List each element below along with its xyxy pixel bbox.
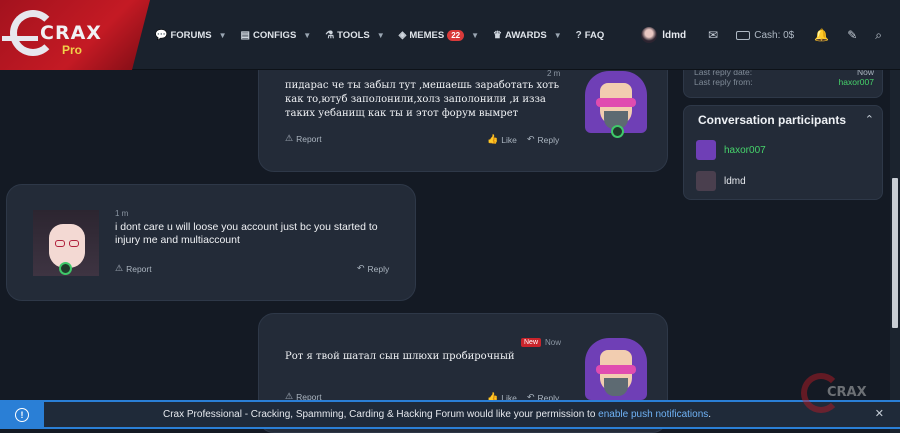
online-status-icon	[59, 262, 72, 275]
question-icon: ?	[575, 29, 582, 41]
report-label: Report	[126, 263, 152, 274]
nav-configs[interactable]: ▤ CONFIGS ▼	[241, 30, 312, 41]
reply-button[interactable]: ↶ Reply	[527, 134, 559, 145]
top-navigation: CRAX Pro 💬 FORUMS ▼ ▤ CONFIGS ▼ ⚗ TOOLS …	[0, 0, 900, 70]
last-reply-from-row: Last reply from: haxor007	[694, 77, 874, 87]
avatar-glasses-right	[69, 240, 79, 247]
notice-message: Crax Professional - Cracking, Spamming, …	[163, 409, 596, 420]
notice-icon-area: !	[0, 402, 44, 427]
reply-label: Reply	[367, 263, 390, 274]
message-text: Рот я твой шатал сын шлюхи пробирочный	[285, 351, 515, 362]
participant-item[interactable]: haxor007	[696, 140, 766, 160]
scrollbar-thumb[interactable]	[892, 178, 898, 328]
logo-subtext: Pro	[62, 43, 83, 57]
online-status-icon	[611, 125, 624, 138]
notice-suffix: .	[708, 409, 712, 420]
bell-icon[interactable]: 🔔	[814, 28, 829, 42]
chevron-down-icon[interactable]: ▼	[377, 31, 385, 40]
avatar-glasses-left	[55, 240, 65, 247]
message-bubble: 1 m i dont care u will loose you account…	[6, 184, 416, 301]
report-button[interactable]: ⚠ Report	[285, 133, 322, 144]
avatar[interactable]	[696, 171, 716, 191]
crax-watermark: CRAX	[793, 365, 883, 425]
nav-tools[interactable]: ⚗ TOOLS ▼	[325, 30, 384, 41]
message-text: i dont care u will loose you account jus…	[115, 221, 378, 246]
avatar[interactable]	[696, 140, 716, 160]
avatar-beard	[604, 378, 628, 396]
chevron-up-icon[interactable]: ⌃	[865, 113, 874, 126]
chevron-down-icon[interactable]: ▼	[303, 31, 311, 40]
flag-icon: ⚠	[285, 133, 294, 143]
message-time: Now	[545, 338, 562, 347]
avatar-glasses	[596, 98, 636, 107]
cash-balance[interactable]: Cash: 0$	[736, 30, 794, 41]
cash-label: Cash: 0$	[754, 29, 795, 41]
reply-icon: ↶	[357, 263, 365, 273]
avatar-glasses	[596, 365, 636, 374]
nav-awards-label: AWARDS	[505, 29, 547, 41]
sticker-icon: ◈	[398, 29, 407, 41]
last-reply-from-label: Last reply from:	[694, 77, 753, 87]
participants-title: Conversation participants	[698, 113, 847, 127]
banknote-icon	[736, 30, 751, 40]
logo-dash	[2, 36, 38, 41]
nav-faq-label: FAQ	[584, 29, 605, 41]
avatar[interactable]	[585, 71, 647, 138]
thumbs-up-icon: 👍	[487, 134, 499, 144]
nav-faq[interactable]: ? FAQ	[576, 30, 605, 41]
flask-icon: ⚗	[325, 29, 335, 41]
chevron-down-icon[interactable]: ▼	[471, 31, 479, 40]
nav-awards[interactable]: ♛ AWARDS ▼	[493, 30, 562, 41]
enable-push-link[interactable]: enable push notifications	[598, 409, 708, 420]
notice-text: Crax Professional - Cracking, Spamming, …	[163, 409, 711, 420]
participant-name[interactable]: haxor007	[724, 145, 766, 156]
brush-icon[interactable]: ✎	[847, 28, 857, 42]
memes-count-badge: 22	[447, 29, 465, 41]
avatar[interactable]	[585, 338, 647, 400]
main-menu: 💬 FORUMS ▼ ▤ CONFIGS ▼ ⚗ TOOLS ▼ ◈ MEMES…	[155, 0, 618, 70]
conversation-page: CRAX Pro 💬 FORUMS ▼ ▤ CONFIGS ▼ ⚗ TOOLS …	[0, 0, 900, 433]
report-label: Report	[296, 133, 322, 144]
nav-forums[interactable]: 💬 FORUMS ▼	[155, 30, 227, 41]
message-time: 1 m	[115, 209, 129, 218]
nav-forums-label: FORUMS	[170, 29, 212, 41]
flag-icon: ⚠	[115, 263, 124, 273]
push-notification-banner: ! Crax Professional - Cracking, Spamming…	[0, 400, 900, 429]
nav-memes[interactable]: ◈ MEMES 22 ▼	[398, 29, 479, 41]
participant-item[interactable]: ldmd	[696, 171, 746, 191]
username-link[interactable]: ldmd	[662, 30, 686, 41]
reply-label: Reply	[537, 134, 560, 145]
avatar[interactable]	[641, 27, 658, 43]
info-icon: !	[15, 407, 29, 422]
new-badge: New	[521, 338, 542, 347]
search-icon[interactable]: ⌕	[875, 28, 882, 43]
chevron-down-icon[interactable]: ▼	[219, 31, 227, 40]
site-logo[interactable]: CRAX Pro	[0, 0, 150, 70]
file-icon: ▤	[240, 29, 250, 41]
like-button[interactable]: 👍 Like	[487, 134, 517, 145]
message-time: 2 m	[547, 69, 561, 78]
participant-name[interactable]: ldmd	[724, 176, 746, 187]
report-button[interactable]: ⚠ Report	[115, 263, 152, 274]
scrollbar[interactable]	[890, 70, 900, 433]
avatar[interactable]	[33, 210, 99, 276]
like-label: Like	[501, 134, 517, 145]
watermark-text: CRAX	[827, 385, 867, 400]
nav-tools-label: TOOLS	[337, 29, 370, 41]
user-area: ldmd ✉ Cash: 0$ 🔔 ✎ ⌕	[641, 0, 900, 70]
nav-configs-label: CONFIGS	[253, 29, 297, 41]
logo-text: CRAX	[40, 22, 102, 44]
message-text: пидарас че ты забыл тут ,мешаешь заработ…	[285, 80, 560, 119]
participants-box: Conversation participants ⌃ haxor007 ldm…	[683, 105, 883, 200]
envelope-icon[interactable]: ✉	[708, 28, 718, 42]
reply-button[interactable]: ↶ Reply	[357, 263, 389, 274]
chat-icon: 💬	[155, 29, 168, 41]
reply-icon: ↶	[527, 134, 535, 144]
last-reply-from-link[interactable]: haxor007	[839, 77, 874, 87]
chevron-down-icon[interactable]: ▼	[554, 31, 562, 40]
nav-memes-label: MEMES	[409, 29, 445, 41]
trophy-icon: ♛	[493, 29, 502, 41]
